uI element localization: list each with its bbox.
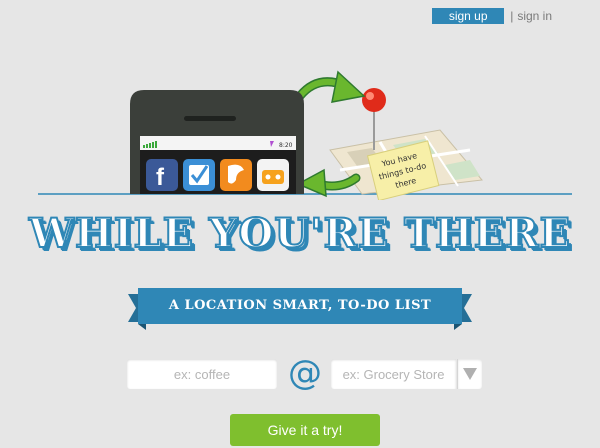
at-symbol: @ (288, 353, 322, 393)
robot-app-icon (257, 159, 289, 191)
chevron-down-icon (463, 368, 477, 380)
tagline-ribbon: A LOCATION SMART, TO-DO LIST (128, 286, 472, 330)
hero-title: WHILE YOU'RE THERE (28, 209, 571, 258)
tagline-text: A LOCATION SMART, TO-DO LIST (168, 298, 432, 313)
foursquare-app-icon (220, 159, 252, 191)
todo-check-app-icon (183, 159, 215, 191)
svg-text:f: f (156, 164, 165, 191)
facebook-app-icon: f (146, 159, 178, 191)
page: sign up | sign in You have things to-do … (0, 0, 600, 448)
where-input[interactable] (331, 359, 456, 389)
where-dropdown-button[interactable] (457, 359, 482, 389)
phone-time: 8:20 (279, 142, 293, 149)
what-input[interactable] (127, 359, 277, 389)
phone-illustration: 8:20 f (130, 90, 304, 194)
hero-illustration: You have things to-do there 8:20 f (38, 70, 572, 200)
arrow-right-icon (295, 70, 366, 103)
give-it-a-try-button[interactable]: Give it a try! (230, 414, 380, 446)
